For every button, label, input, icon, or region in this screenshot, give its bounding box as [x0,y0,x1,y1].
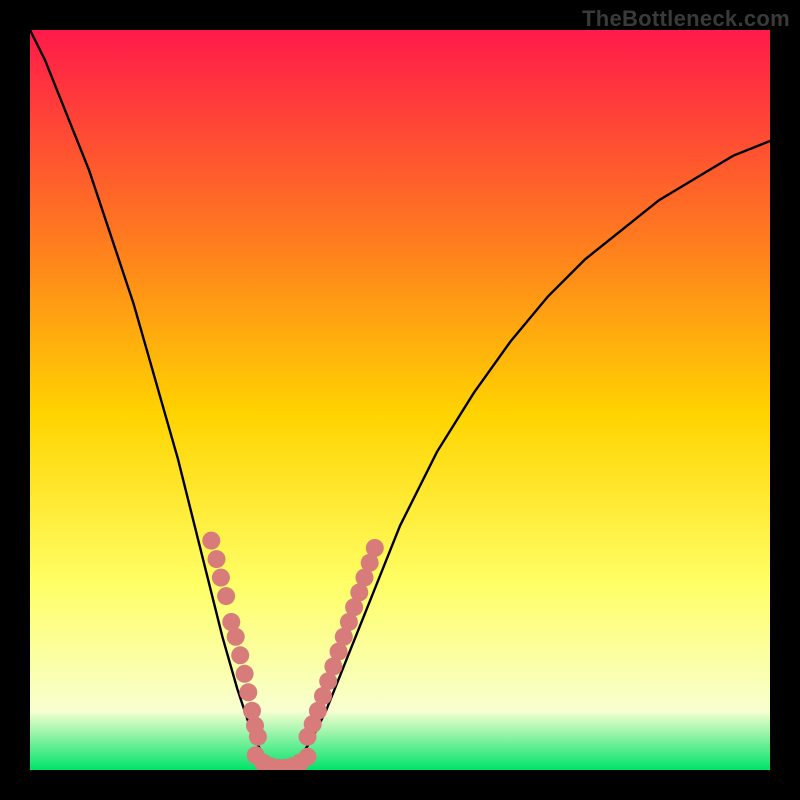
plot-area [30,30,770,770]
data-dot [243,702,261,720]
data-dot [227,628,245,646]
data-dot [236,665,254,683]
data-dot [231,646,249,664]
chart-frame: TheBottleneck.com [0,0,800,800]
gradient-background [30,30,770,770]
chart-svg [30,30,770,770]
data-dot [208,550,226,568]
data-dot [239,683,257,701]
data-dot [366,539,384,557]
data-dot [249,728,267,746]
data-dot [212,569,230,587]
data-dot [202,532,220,550]
watermark-text: TheBottleneck.com [582,6,790,32]
data-dot [299,748,317,766]
data-dot [217,587,235,605]
